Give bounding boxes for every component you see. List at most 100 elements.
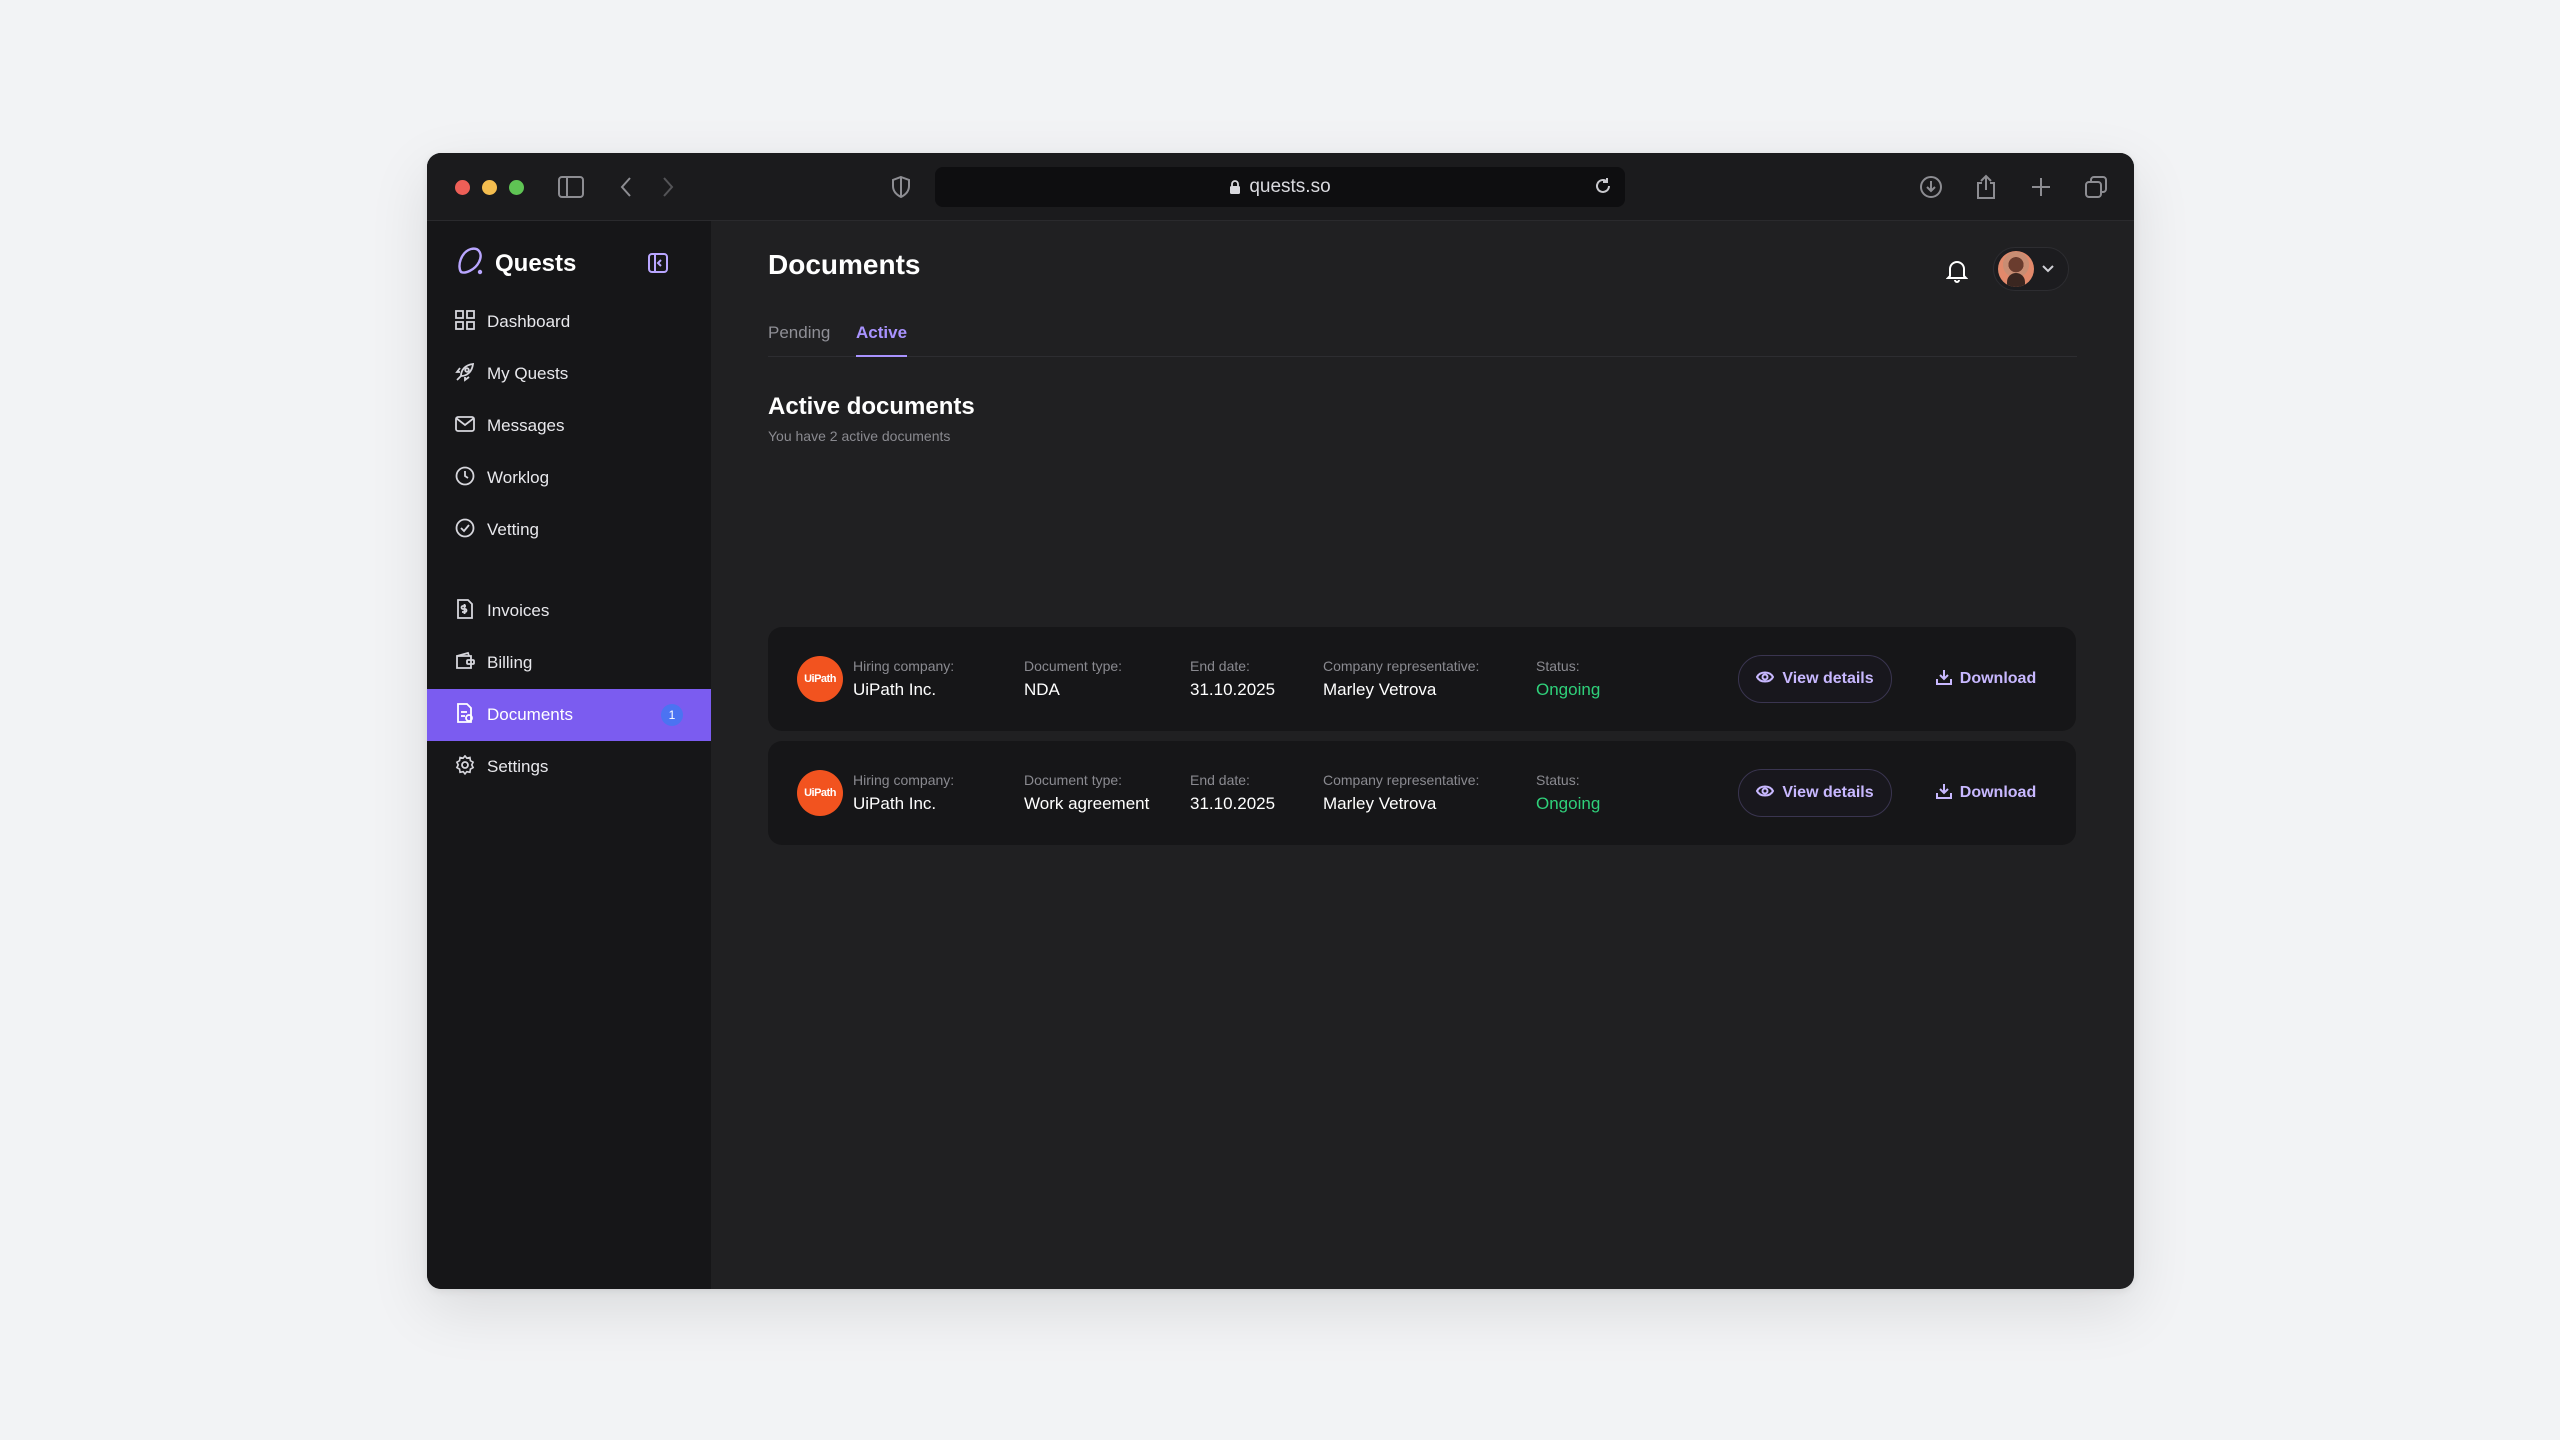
maximize-window-button[interactable]	[509, 180, 524, 195]
sidebar-item-my-quests[interactable]: My Quests	[427, 348, 711, 400]
field-label: Hiring company:	[853, 772, 955, 788]
view-details-label: View details	[1782, 670, 1874, 687]
sidebar-item-label: Settings	[487, 757, 549, 776]
sidebar: Quests Dashboard My Quests Messages Work…	[427, 221, 711, 1289]
reload-icon[interactable]	[1593, 176, 1613, 196]
quests-logo-icon	[455, 246, 485, 283]
notification-badge: 1	[661, 704, 683, 726]
field-label: Document type:	[1024, 772, 1123, 788]
download-label: Download	[1959, 670, 2037, 687]
brand[interactable]: Quests	[455, 246, 577, 283]
sidebar-toggle-icon[interactable]	[556, 172, 586, 202]
address-bar[interactable]: quests.so	[935, 167, 1625, 207]
sidebar-item-label: Invoices	[487, 601, 550, 620]
sidebar-item-messages[interactable]: Messages	[427, 400, 711, 452]
new-tab-icon[interactable]	[2026, 172, 2056, 202]
field-label: End date:	[1190, 772, 1250, 788]
document-icon	[455, 702, 475, 728]
field-value: Marley Vetrova	[1323, 680, 1437, 699]
browser-window: quests.so Quests Dashboard My Quests Mes…	[427, 153, 2134, 1289]
company-logo: UiPath	[797, 770, 843, 816]
download-button[interactable]: Download	[1930, 769, 2042, 817]
page-title: Documents	[768, 249, 921, 280]
document-type-field: Document type: Work agreement	[1024, 772, 1149, 814]
field-value: UiPath Inc.	[853, 794, 937, 813]
bell-icon[interactable]	[1946, 259, 1968, 283]
browser-toolbar: quests.so	[427, 153, 2134, 221]
field-label: Hiring company:	[853, 658, 955, 674]
download-button[interactable]: Download	[1930, 655, 2042, 703]
user-menu[interactable]	[1993, 247, 2069, 291]
eye-icon	[1756, 670, 1775, 689]
lock-icon	[1229, 179, 1241, 195]
field-label: Document type:	[1024, 658, 1123, 674]
field-label: End date:	[1190, 658, 1250, 674]
sidebar-item-label: Vetting	[487, 520, 539, 539]
sidebar-item-dashboard[interactable]: Dashboard	[427, 296, 711, 348]
download-icon	[1935, 783, 1952, 804]
document-card: UiPath Hiring company: UiPath Inc. Docum…	[768, 627, 2076, 731]
rocket-icon	[455, 362, 475, 387]
sidebar-item-invoices[interactable]: Invoices	[427, 585, 711, 637]
sidebar-item-label: Dashboard	[487, 312, 571, 331]
tab-bar: Pending Active	[768, 311, 2077, 357]
brand-name: Quests	[495, 250, 577, 277]
document-type-field: Document type: NDA	[1024, 658, 1122, 700]
sidebar-item-documents[interactable]: Documents 1	[427, 689, 711, 741]
sidebar-item-billing[interactable]: Billing	[427, 637, 711, 689]
company-representative-field: Company representative: Marley Vetrova	[1323, 658, 1479, 700]
tab-pending[interactable]: Pending	[768, 323, 830, 355]
download-icon	[1935, 669, 1952, 690]
invoice-icon	[455, 598, 475, 624]
field-value: 31.10.2025	[1190, 680, 1276, 699]
field-label: Status:	[1536, 658, 1580, 674]
company-representative-field: Company representative: Marley Vetrova	[1323, 772, 1479, 814]
tab-active[interactable]: Active	[856, 323, 908, 357]
sidebar-item-worklog[interactable]: Worklog	[427, 452, 711, 504]
check-circle-icon	[455, 518, 475, 543]
minimize-window-button[interactable]	[482, 180, 497, 195]
field-label: Status:	[1536, 772, 1580, 788]
section-subtitle: You have 2 active documents	[768, 428, 951, 444]
collapse-sidebar-icon[interactable]	[647, 252, 671, 276]
sidebar-item-label: Messages	[487, 416, 565, 435]
sidebar-item-settings[interactable]: Settings	[427, 741, 711, 793]
status-field: Status: Ongoing	[1536, 772, 1600, 814]
main-content: Documents Pending Active Active document…	[711, 221, 2134, 1289]
download-label: Download	[1959, 784, 2037, 801]
field-value: 31.10.2025	[1190, 794, 1276, 813]
shield-icon[interactable]	[886, 172, 916, 202]
mail-icon	[455, 414, 475, 439]
avatar	[1998, 251, 2034, 287]
downloads-icon[interactable]	[1916, 172, 1946, 202]
field-value: Marley Vetrova	[1323, 794, 1437, 813]
eye-icon	[1756, 784, 1775, 803]
company-logo: UiPath	[797, 656, 843, 702]
chevron-down-icon	[2042, 260, 2054, 278]
section-title: Active documents	[768, 393, 975, 420]
share-icon[interactable]	[1971, 172, 2001, 202]
forward-icon[interactable]	[653, 172, 683, 202]
tab-overview-icon[interactable]	[2081, 172, 2111, 202]
grid-icon	[455, 309, 475, 335]
close-window-button[interactable]	[455, 180, 470, 195]
end-date-field: End date: 31.10.2025	[1190, 658, 1275, 700]
back-icon[interactable]	[611, 172, 641, 202]
view-details-button[interactable]: View details	[1738, 655, 1892, 703]
end-date-field: End date: 31.10.2025	[1190, 772, 1275, 814]
hiring-company-field: Hiring company: UiPath Inc.	[853, 658, 954, 700]
sidebar-item-label: Documents	[487, 705, 573, 724]
clock-icon	[455, 466, 475, 491]
view-details-button[interactable]: View details	[1738, 769, 1892, 817]
field-label: Company representative:	[1323, 772, 1480, 788]
sidebar-item-label: Billing	[487, 653, 533, 672]
field-value: Work agreement	[1024, 794, 1150, 813]
hiring-company-field: Hiring company: UiPath Inc.	[853, 772, 954, 814]
field-value: NDA	[1024, 680, 1060, 699]
view-details-label: View details	[1782, 784, 1874, 801]
url-text: quests.so	[1249, 176, 1331, 197]
sidebar-item-vetting[interactable]: Vetting	[427, 504, 711, 556]
document-card: UiPath Hiring company: UiPath Inc. Docum…	[768, 741, 2076, 845]
status-badge: Ongoing	[1536, 794, 1601, 813]
status-field: Status: Ongoing	[1536, 658, 1600, 700]
